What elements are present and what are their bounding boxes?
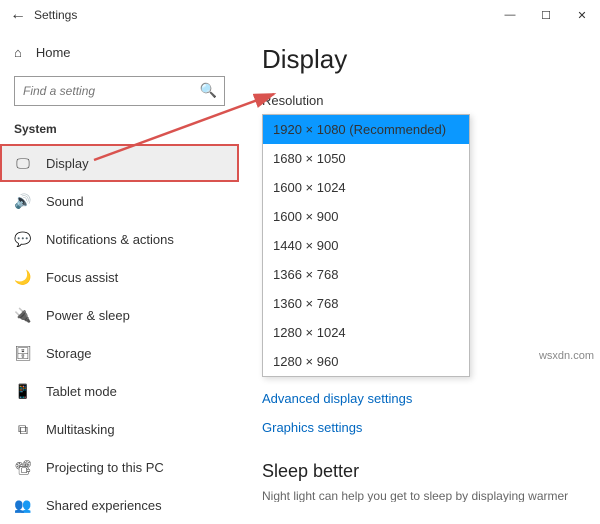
sidebar-item-shared-experiences[interactable]: 👥 Shared experiences xyxy=(0,486,239,524)
sidebar-item-label: Display xyxy=(46,156,89,171)
sidebar-item-label: Focus assist xyxy=(46,270,118,285)
power-icon: 🔌 xyxy=(14,307,32,324)
sidebar-item-label: Multitasking xyxy=(46,422,115,437)
sleep-better-heading: Sleep better xyxy=(262,461,578,482)
watermark: wsxdn.com xyxy=(539,350,594,362)
sidebar-item-label: Power & sleep xyxy=(46,308,130,323)
multitasking-icon: ⧉ xyxy=(14,421,32,438)
sidebar-item-storage[interactable]: 🗄 Storage xyxy=(0,334,239,372)
titlebar: ← Settings — ☐ ✕ xyxy=(0,0,600,30)
sidebar-item-tablet-mode[interactable]: 📱 Tablet mode xyxy=(0,372,239,410)
resolution-option[interactable]: 1280 × 1024 xyxy=(263,318,469,347)
sidebar-item-notifications[interactable]: 💬 Notifications & actions xyxy=(0,220,239,258)
resolution-option[interactable]: 1366 × 768 xyxy=(263,260,469,289)
sleep-better-body: Night light can help you get to sleep by… xyxy=(262,488,572,502)
sidebar-item-label: Tablet mode xyxy=(46,384,117,399)
notifications-icon: 💬 xyxy=(14,231,32,248)
sidebar-item-display[interactable]: 🖵 Display xyxy=(0,144,239,182)
search-input-wrap: 🔍 xyxy=(14,76,225,106)
resolution-option[interactable]: 1680 × 1050 xyxy=(263,144,469,173)
sidebar-item-focus-assist[interactable]: 🌙 Focus assist xyxy=(0,258,239,296)
sidebar-item-projecting[interactable]: 📽 Projecting to this PC xyxy=(0,448,239,486)
sidebar-item-label: Notifications & actions xyxy=(46,232,174,247)
main-panel: Display Resolution 1920 × 1080 (Recommen… xyxy=(240,30,600,502)
sidebar-item-multitasking[interactable]: ⧉ Multitasking xyxy=(0,410,239,448)
back-icon[interactable]: ← xyxy=(10,6,34,24)
graphics-settings-link[interactable]: Graphics settings xyxy=(262,420,578,435)
window-controls: — ☐ ✕ xyxy=(492,0,600,30)
resolution-option[interactable]: 1360 × 768 xyxy=(263,289,469,318)
tablet-icon: 📱 xyxy=(14,383,32,400)
resolution-dropdown[interactable]: 1920 × 1080 (Recommended) 1680 × 1050 16… xyxy=(262,114,470,377)
page-title: Display xyxy=(262,44,578,75)
search-icon[interactable]: 🔍 xyxy=(200,82,217,99)
sidebar-section-label: System xyxy=(0,118,239,144)
sidebar-item-label: Storage xyxy=(46,346,92,361)
sidebar-item-home[interactable]: ⌂ Home xyxy=(0,34,239,70)
resolution-option[interactable]: 1440 × 900 xyxy=(263,231,469,260)
advanced-display-link[interactable]: Advanced display settings xyxy=(262,391,578,406)
display-icon: 🖵 xyxy=(14,155,32,172)
maximize-button[interactable]: ☐ xyxy=(528,0,564,30)
sidebar-item-sound[interactable]: 🔊 Sound xyxy=(0,182,239,220)
resolution-option[interactable]: 1920 × 1080 (Recommended) xyxy=(263,115,469,144)
sidebar-item-label: Projecting to this PC xyxy=(46,460,164,475)
resolution-option[interactable]: 1280 × 960 xyxy=(263,347,469,376)
sidebar: ⌂ Home 🔍 System 🖵 Display 🔊 Sound 💬 Noti… xyxy=(0,30,240,502)
window-title: Settings xyxy=(34,8,492,22)
storage-icon: 🗄 xyxy=(14,345,32,362)
minimize-button[interactable]: — xyxy=(492,0,528,30)
projecting-icon: 📽 xyxy=(14,459,32,476)
resolution-option[interactable]: 1600 × 1024 xyxy=(263,173,469,202)
sidebar-item-label: Shared experiences xyxy=(46,498,162,513)
shared-icon: 👥 xyxy=(14,497,32,514)
search-input[interactable] xyxy=(14,76,225,106)
sidebar-item-label: Home xyxy=(36,45,71,60)
sidebar-item-label: Sound xyxy=(46,194,84,209)
resolution-label: Resolution xyxy=(262,93,578,108)
focus-assist-icon: 🌙 xyxy=(14,269,32,286)
close-button[interactable]: ✕ xyxy=(564,0,600,30)
sound-icon: 🔊 xyxy=(14,193,32,210)
home-icon: ⌂ xyxy=(14,45,22,60)
resolution-option[interactable]: 1600 × 900 xyxy=(263,202,469,231)
sidebar-item-power-sleep[interactable]: 🔌 Power & sleep xyxy=(0,296,239,334)
